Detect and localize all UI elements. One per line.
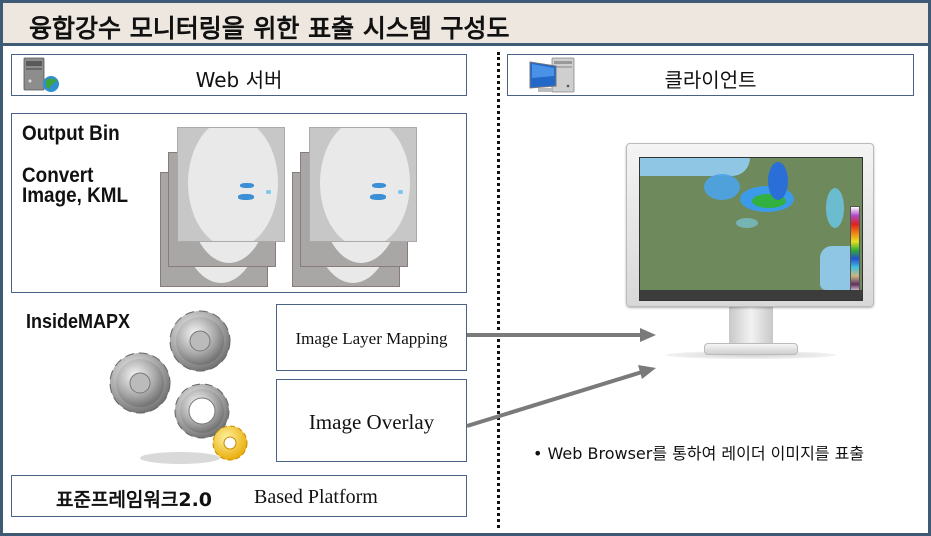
- radar-color-legend: [850, 206, 860, 294]
- client-description: • Web Browser를 통하여 레이더 이미지를 표출: [533, 440, 864, 464]
- client-description-text: Web Browser를 통하여 레이더 이미지를 표출: [547, 444, 865, 463]
- map-toolbar: [640, 290, 862, 300]
- arrow-overlay-to-client: [466, 365, 656, 428]
- monitor-icon: [626, 143, 876, 359]
- bullet: •: [533, 444, 543, 463]
- radar-map-screen: [639, 157, 863, 301]
